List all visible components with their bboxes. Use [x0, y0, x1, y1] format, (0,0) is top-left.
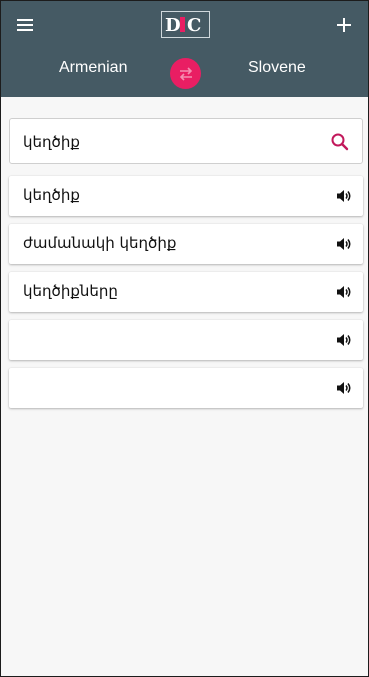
speaker-icon[interactable] — [335, 235, 353, 253]
svg-text:D: D — [165, 15, 181, 36]
swap-icon — [179, 66, 192, 81]
speaker-icon[interactable] — [335, 379, 353, 397]
speaker-icon[interactable] — [335, 331, 353, 349]
menu-icon[interactable] — [13, 13, 37, 37]
result-item[interactable] — [9, 368, 363, 408]
add-icon[interactable] — [332, 13, 356, 37]
search-icon[interactable] — [330, 132, 350, 152]
svg-text:C: C — [187, 15, 201, 36]
swap-languages-button[interactable] — [170, 58, 201, 89]
result-text: կեղծիք — [23, 186, 80, 204]
results-list: կեղծիք ժամանակի կեղծիք կեղծիքները — [9, 176, 363, 416]
result-text: ժամանակի կեղծիք — [23, 234, 177, 252]
app-logo: D C — [161, 11, 210, 38]
logo-mark: D C — [165, 15, 201, 36]
search-input[interactable] — [23, 131, 323, 153]
speaker-icon[interactable] — [335, 283, 353, 301]
result-item[interactable] — [9, 320, 363, 360]
top-toolbar: D C — [1, 1, 368, 49]
result-item[interactable]: կեղծիքները — [9, 272, 363, 312]
app-bar: D C Armenian Slovene — [1, 1, 368, 97]
target-language[interactable]: Slovene — [248, 59, 306, 77]
result-item[interactable]: ժամանակի կեղծիք — [9, 224, 363, 264]
speaker-icon[interactable] — [335, 187, 353, 205]
search-box — [9, 118, 363, 164]
result-item[interactable]: կեղծիք — [9, 176, 363, 216]
source-language[interactable]: Armenian — [59, 59, 127, 77]
result-text: կեղծիքները — [23, 282, 118, 300]
